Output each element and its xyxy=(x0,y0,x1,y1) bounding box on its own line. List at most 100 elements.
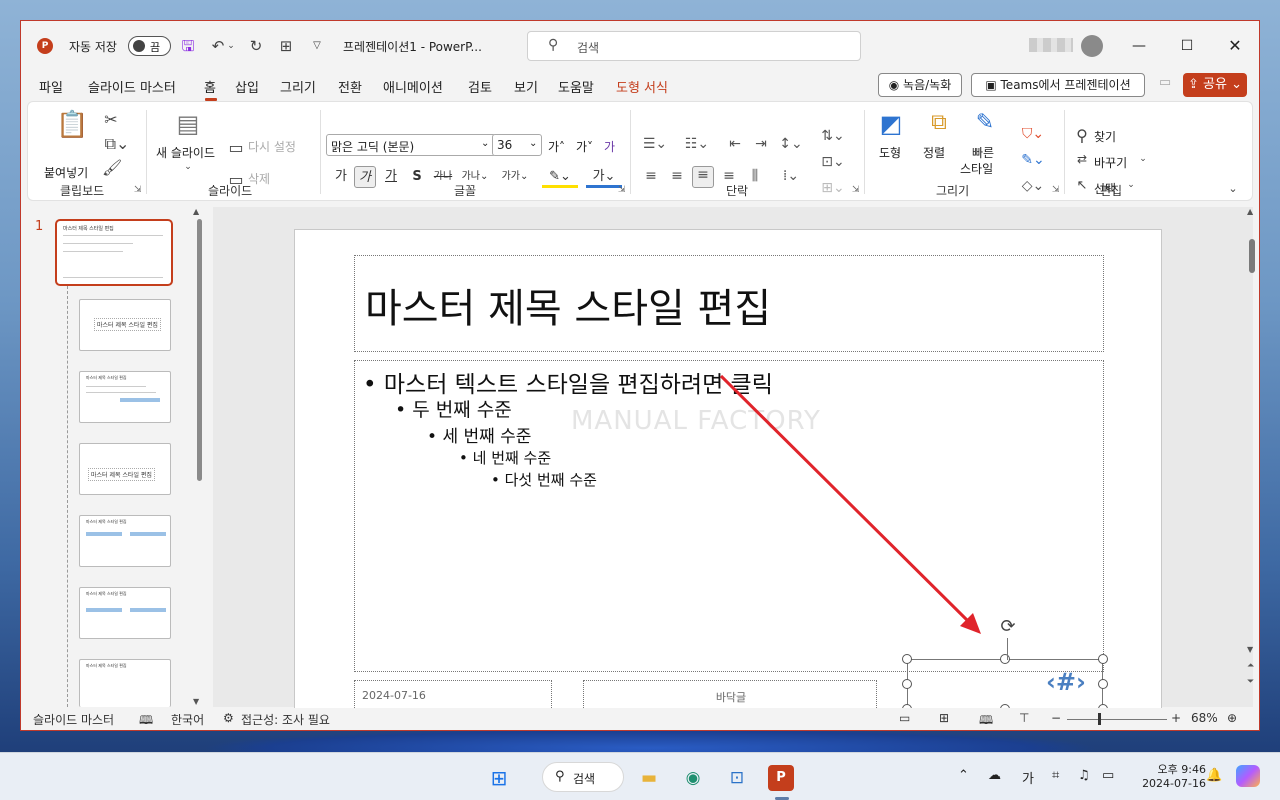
grow-font-button[interactable]: 가˄ xyxy=(548,138,565,155)
clear-format-button[interactable]: 가 xyxy=(604,138,615,155)
autosave-toggle[interactable]: 끔 xyxy=(128,36,171,56)
collapse-ribbon-icon[interactable]: ⌄ xyxy=(1226,182,1240,195)
edge-browser-icon[interactable]: ◉ xyxy=(680,765,706,791)
scroll-up-icon[interactable]: ▲ xyxy=(1247,207,1253,216)
redo-icon[interactable]: ↻ xyxy=(246,36,266,56)
increase-indent-button[interactable]: ⇥ xyxy=(752,136,770,154)
fit-to-window-icon[interactable]: ⊕ xyxy=(1227,711,1237,725)
copilot-icon[interactable] xyxy=(1236,765,1260,787)
accessibility-icon[interactable]: ⚙ xyxy=(223,711,234,725)
powerpoint-taskbar-icon[interactable]: P xyxy=(768,765,794,791)
distributed-button[interactable]: ⁞⌄ xyxy=(776,168,806,186)
taskbar-search[interactable]: ⚲ 검색 xyxy=(542,762,624,792)
zoom-level[interactable]: 68% xyxy=(1191,711,1218,725)
tab-slide-master[interactable]: 슬라이드 마스터 xyxy=(88,77,176,96)
layout-thumbnail[interactable]: 마스터 제목 스타일 편집 xyxy=(79,515,171,567)
select-cursor-icon[interactable]: ↖ xyxy=(1074,178,1090,193)
layout-thumbnail[interactable]: 마스터 제목 스타일 편집 xyxy=(79,371,171,423)
present-from-beginning-icon[interactable]: ⊞ xyxy=(276,36,296,56)
change-case-button[interactable]: 가가⌄ xyxy=(500,166,530,188)
align-left-button[interactable]: ≡ xyxy=(642,168,660,186)
undo-icon[interactable]: ↶ xyxy=(208,36,228,56)
tab-review[interactable]: 검토 xyxy=(468,77,492,96)
volume-icon[interactable]: ♫ xyxy=(1078,768,1090,783)
chevron-down-icon[interactable]: ⌄ xyxy=(1126,180,1136,190)
onedrive-icon[interactable]: ☁ xyxy=(988,768,1001,783)
new-slide-icon[interactable]: ▤ xyxy=(172,110,204,138)
avatar[interactable] xyxy=(1081,35,1103,57)
tab-draw[interactable]: 그리기 xyxy=(280,77,316,96)
underline-button[interactable]: 가 xyxy=(380,166,402,188)
paste-label[interactable]: 붙여넣기 xyxy=(44,164,88,181)
clock-date[interactable]: 2024-07-16 xyxy=(1130,777,1206,790)
next-slide-icon[interactable]: ⏷ xyxy=(1247,677,1254,687)
layout-thumbnail[interactable]: 마스터 제목 스타일 편집 xyxy=(79,443,171,495)
zoom-in-button[interactable]: + xyxy=(1171,711,1181,725)
arrange-icon[interactable]: ⧉ xyxy=(924,110,954,140)
share-button[interactable]: ⇪ 공유 ⌄ xyxy=(1183,73,1247,97)
record-button[interactable]: ◉ 녹음/녹화 xyxy=(878,73,962,97)
new-slide-label[interactable]: 새 슬라이드 xyxy=(156,144,215,161)
shape-fill-button[interactable]: ⛉⌄ xyxy=(1018,126,1048,144)
zoom-out-button[interactable]: − xyxy=(1051,711,1061,725)
align-center-button[interactable]: ≡ xyxy=(668,168,686,186)
italic-button[interactable]: 가 xyxy=(354,166,376,188)
layout-thumbnail[interactable]: 마스터 제목 스타일 편집 xyxy=(79,659,171,707)
shape-effects-button[interactable]: ◇⌄ xyxy=(1018,178,1048,196)
master-thumbnail[interactable]: 마스터 제목 스타일 편집 xyxy=(55,219,173,286)
text-direction-button[interactable]: ⇅⌄ xyxy=(820,128,846,146)
windows-start-icon[interactable]: ⊞ xyxy=(486,765,512,791)
new-slide-dropdown-icon[interactable]: ⌄ xyxy=(182,162,194,172)
drawing-launcher-icon[interactable]: ⇲ xyxy=(1052,185,1060,195)
font-size-dropdown[interactable]: 36 ⌄ xyxy=(492,134,542,156)
bold-button[interactable]: 가 xyxy=(330,166,352,188)
maximize-button[interactable]: ☐ xyxy=(1169,33,1205,59)
present-in-teams-button[interactable]: ▣ Teams에서 프레젠테이션 xyxy=(971,73,1145,97)
language-status[interactable]: 한국어 xyxy=(171,711,204,728)
reading-view-icon[interactable]: 🕮 xyxy=(979,711,993,732)
show-hidden-icons-icon[interactable]: ⌃ xyxy=(958,768,969,783)
tab-view[interactable]: 보기 xyxy=(514,77,538,96)
shrink-font-button[interactable]: 가˅ xyxy=(576,138,593,155)
font-color-button[interactable]: 가⌄ xyxy=(586,166,622,188)
file-explorer-icon[interactable]: ▬ xyxy=(636,765,662,791)
notifications-bell-icon[interactable]: 🔔 xyxy=(1206,768,1222,783)
copy-icon[interactable]: ⧉⌄ xyxy=(102,134,132,154)
replace-icon[interactable]: ⇄ xyxy=(1074,152,1090,166)
customize-toolbar-icon[interactable]: ▽ xyxy=(307,36,327,56)
tab-help[interactable]: 도움말 xyxy=(558,77,594,96)
accessibility-status[interactable]: 접근성: 조사 필요 xyxy=(241,711,330,728)
layout-thumbnail[interactable]: 마스터 제목 스타일 편집 xyxy=(79,299,171,351)
format-painter-icon[interactable]: 🖌 xyxy=(102,158,122,177)
quick-styles-label-1[interactable]: 빠른 xyxy=(972,144,994,161)
comment-icon[interactable]: ▭ xyxy=(1155,75,1175,95)
normal-view-icon[interactable]: ▭ xyxy=(899,711,910,725)
tab-transitions[interactable]: 전환 xyxy=(338,77,362,96)
tab-insert[interactable]: 삽입 xyxy=(235,77,259,96)
zoom-slider-thumb[interactable] xyxy=(1098,713,1102,725)
chevron-down-icon[interactable]: ⌄ xyxy=(1138,154,1148,164)
search-box[interactable]: ⚲ 검색 xyxy=(527,31,861,61)
bullets-button[interactable]: ☰⌄ xyxy=(640,136,670,154)
scroll-down-icon[interactable]: ▼ xyxy=(193,697,199,706)
paste-icon[interactable]: 📋 xyxy=(56,110,88,144)
shapes-label[interactable]: 도형 xyxy=(879,144,901,161)
battery-icon[interactable]: ▭ xyxy=(1102,768,1114,783)
undo-dropdown-icon[interactable]: ⌄ xyxy=(226,36,236,56)
quick-styles-icon[interactable]: ✎ xyxy=(970,110,1000,140)
zoom-slider-track[interactable] xyxy=(1067,719,1167,720)
slide-scroll-thumb[interactable] xyxy=(1249,239,1255,273)
columns-button[interactable]: ⫼ xyxy=(746,168,764,186)
numbering-button[interactable]: ☷⌄ xyxy=(682,136,712,154)
align-right-button[interactable]: ≡ xyxy=(692,166,714,188)
quick-styles-label-2[interactable]: 스타일 xyxy=(960,160,993,177)
tab-shape-format[interactable]: 도형 서식 xyxy=(616,77,668,96)
paragraph-launcher-icon[interactable]: ⇲ xyxy=(852,185,860,195)
font-launcher-icon[interactable]: ⇲ xyxy=(618,185,626,195)
arrange-label[interactable]: 정렬 xyxy=(923,144,945,161)
slideshow-icon[interactable]: ⊤ xyxy=(1019,711,1029,725)
decrease-indent-button[interactable]: ⇤ xyxy=(726,136,744,154)
find-icon[interactable]: ⚲ xyxy=(1074,126,1090,145)
find-label[interactable]: 찾기 xyxy=(1094,128,1116,145)
scroll-down-icon[interactable]: ▼ xyxy=(1247,645,1253,654)
